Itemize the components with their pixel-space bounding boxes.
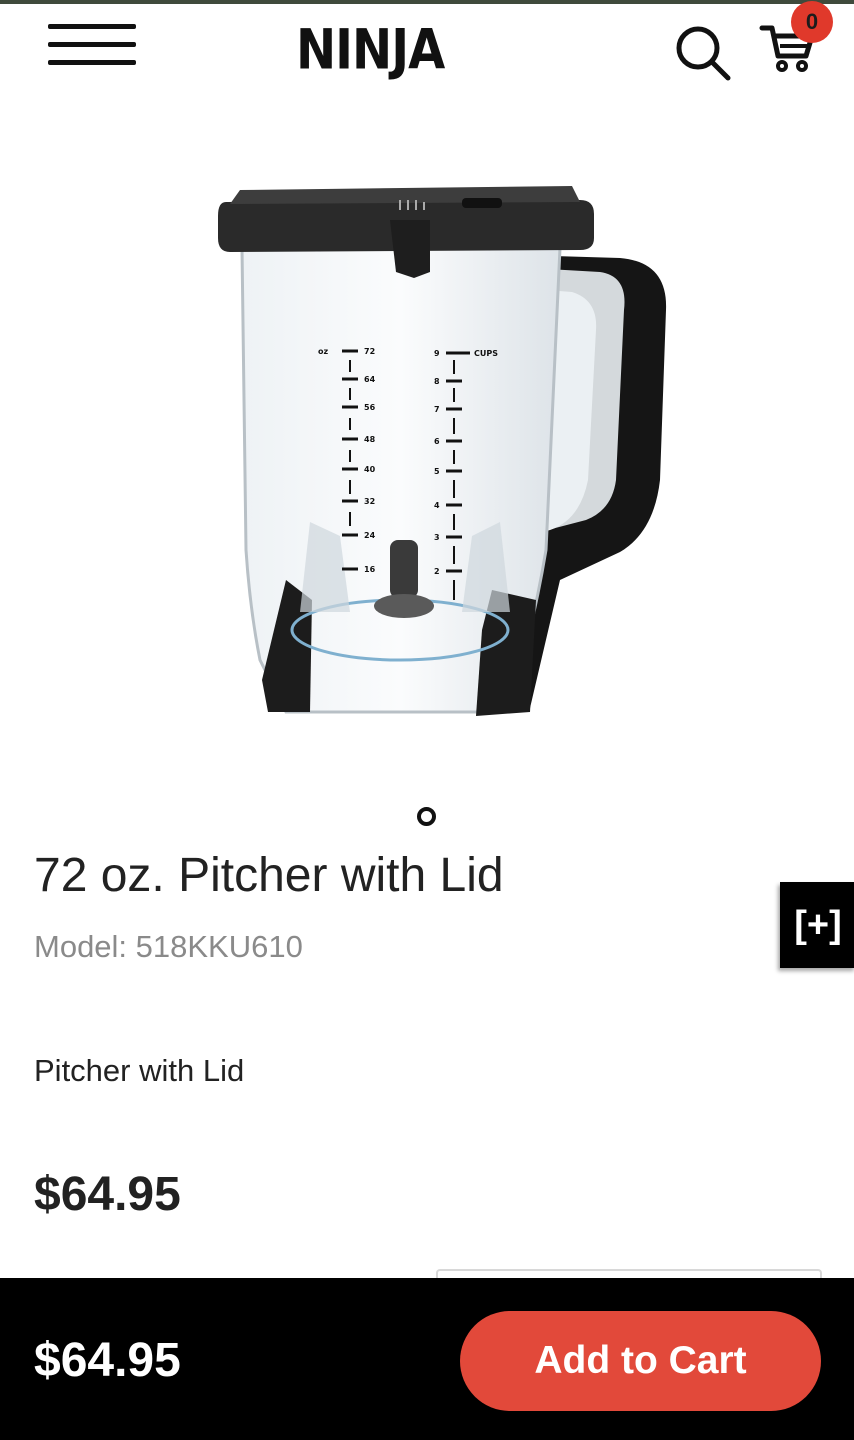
svg-text:72: 72 (364, 347, 375, 356)
cart-count-badge: 0 (791, 1, 833, 43)
hamburger-icon-line (48, 42, 136, 47)
svg-text:24: 24 (364, 531, 376, 540)
svg-text:7: 7 (434, 405, 440, 414)
svg-text:56: 56 (364, 403, 376, 412)
svg-text:CUPS: CUPS (474, 349, 498, 358)
svg-text:9: 9 (434, 349, 440, 358)
svg-text:4: 4 (434, 501, 440, 510)
product-image-pitcher[interactable]: oz 72 64 56 48 40 32 24 16 9 CUPS 8 7 6 … (200, 160, 680, 730)
svg-text:5: 5 (434, 467, 440, 476)
product-description: Pitcher with Lid (34, 1053, 245, 1088)
svg-text:40: 40 (364, 465, 376, 474)
search-button[interactable] (672, 22, 732, 82)
svg-text:3: 3 (434, 533, 440, 542)
product-price: $64.95 (34, 1168, 181, 1221)
svg-text:32: 32 (364, 497, 375, 506)
search-icon (676, 26, 731, 81)
blender-pitcher-illustration: oz 72 64 56 48 40 32 24 16 9 CUPS 8 7 6 … (218, 186, 667, 716)
expand-tab-button[interactable]: [+] (780, 882, 854, 968)
sticky-price: $64.95 (34, 1334, 181, 1387)
hamburger-icon-line (48, 60, 136, 65)
sticky-purchase-bar: $64.95 Add to Cart (0, 1278, 854, 1440)
add-to-cart-button[interactable]: Add to Cart (460, 1311, 821, 1411)
site-header: NINJA (0, 4, 854, 94)
svg-text:6: 6 (434, 437, 440, 446)
svg-text:64: 64 (364, 375, 376, 384)
svg-text:48: 48 (364, 435, 376, 444)
carousel-dot-active[interactable] (417, 807, 436, 826)
ninja-logo[interactable]: NINJA (296, 10, 452, 90)
brand-logo-text: NINJA (296, 17, 445, 83)
svg-text:2: 2 (434, 567, 440, 576)
menu-button[interactable] (48, 24, 136, 68)
product-model-number: Model: 518KKU610 (34, 929, 303, 964)
svg-text:16: 16 (364, 565, 376, 574)
svg-text:oz: oz (318, 347, 328, 356)
svg-text:8: 8 (434, 377, 440, 386)
product-title: 72 oz. Pitcher with Lid (34, 849, 504, 902)
hamburger-icon-line (48, 24, 136, 29)
